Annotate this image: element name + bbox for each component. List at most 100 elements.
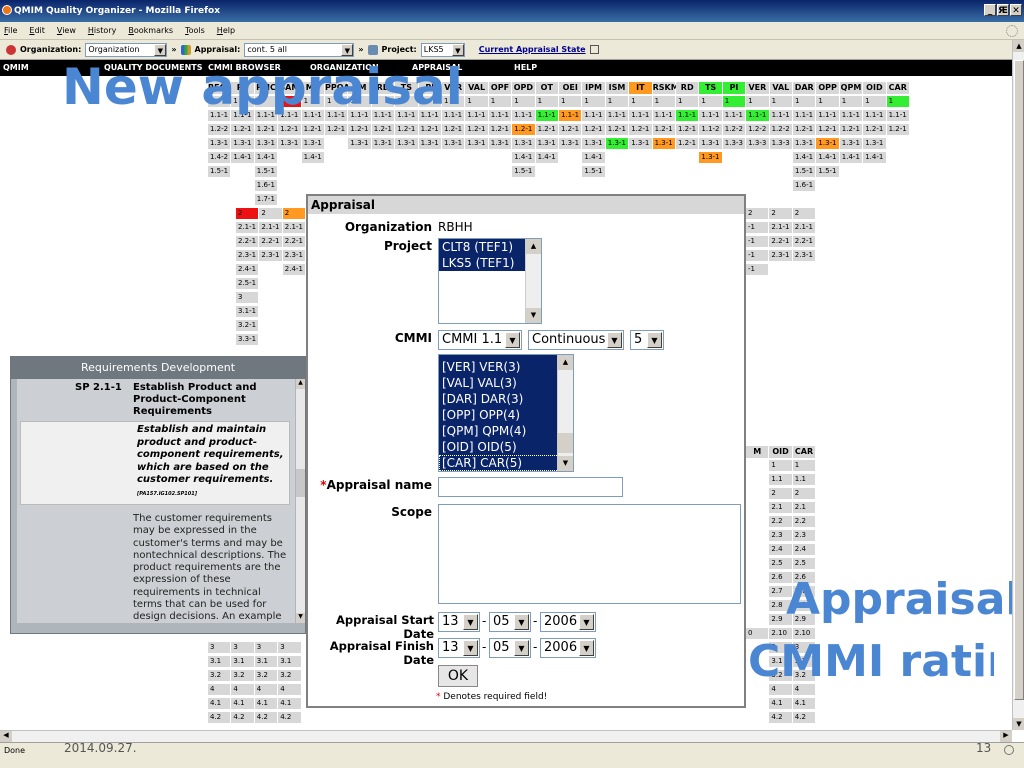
grid-cell[interactable]: 1.2-1 (816, 124, 839, 135)
grid-cell[interactable]: 2.4 (769, 544, 792, 555)
start-month-select[interactable]: 05 ▼ (489, 612, 531, 632)
grid-cell[interactable]: 1.1-1 (886, 110, 909, 121)
nav-home-qmim[interactable]: QMIM (3, 63, 29, 72)
scope-textarea[interactable] (438, 504, 741, 604)
grid-cell[interactable]: 1.1-2 (699, 124, 722, 135)
grid-header-ot[interactable]: OT (535, 82, 558, 94)
grid-cell[interactable]: 2.3 (769, 530, 792, 541)
grid-cell[interactable]: 1.4-1 (793, 152, 816, 163)
grid-cell[interactable]: 4.2 (208, 712, 231, 723)
grid-cell[interactable]: 1.5-1 (816, 166, 839, 177)
grid-cell[interactable]: 3.2 (208, 670, 231, 681)
scroll-down-icon[interactable]: ▼ (526, 308, 541, 323)
cmmi-level-select[interactable]: 5 ▼ (630, 330, 664, 350)
grid-cell[interactable]: 4 (208, 684, 231, 695)
grid-cell[interactable]: 1.3-1 (629, 138, 652, 149)
grid-cell[interactable]: 4.2 (231, 712, 254, 723)
menu-tools[interactable]: Tools (185, 26, 205, 35)
process-area-listbox[interactable]: [VER] VER(3) [VAL] VAL(3) [DAR] DAR(3) [… (438, 354, 574, 472)
grid-cell[interactable]: 1.2-1 (863, 124, 886, 135)
grid-cell[interactable]: 4.2 (769, 712, 792, 723)
grid-cell[interactable]: 1.3-1 (699, 138, 722, 149)
grid-cell[interactable]: 2.3 (792, 530, 816, 541)
start-day-select[interactable]: 13 ▼ (438, 612, 480, 632)
grid-cell[interactable]: 1.2-2 (769, 124, 792, 135)
grid-cell[interactable]: -1 (746, 250, 769, 261)
grid-header-opp[interactable]: OPP (816, 82, 839, 94)
grid-cell[interactable]: 1.2-1 (559, 124, 582, 135)
grid-cell[interactable]: 1 (746, 96, 769, 107)
grid-cell[interactable]: 1 (582, 96, 605, 107)
grid-cell[interactable]: 1.1-1 (652, 110, 675, 121)
grid-cell[interactable]: 1.2-1 (418, 124, 441, 135)
grid-cell[interactable]: 1.1-1 (605, 110, 629, 121)
scroll-up-icon[interactable]: ▲ (1013, 40, 1024, 52)
grid-cell[interactable]: 1.2-1 (254, 124, 278, 135)
grid-cell[interactable]: 2.1-1 (282, 222, 306, 233)
grid-cell[interactable]: 1 (839, 96, 863, 107)
scroll-thumb[interactable] (296, 469, 305, 497)
grid-cell[interactable]: 1.3-1 (395, 138, 418, 149)
grid-cell[interactable]: 4 (278, 684, 301, 695)
grid-header-oei[interactable]: OEI (559, 82, 582, 94)
grid-cell[interactable]: 1.4-1 (535, 152, 558, 163)
grid-cell[interactable]: 2.4 (792, 544, 816, 555)
grid-cell[interactable]: 1.1-1 (629, 110, 652, 121)
grid-cell[interactable]: 3 (236, 292, 259, 303)
grid-cell[interactable]: 1.2-1 (582, 124, 605, 135)
grid-cell[interactable]: 1.4-1 (582, 152, 605, 163)
grid-cell[interactable]: 1.3-1 (208, 138, 231, 149)
grid-cell[interactable]: 2 (769, 488, 792, 499)
grid-cell[interactable]: 1.3-1 (652, 138, 675, 149)
scroll-thumb[interactable] (558, 433, 573, 453)
grid-cell[interactable]: -1 (746, 222, 769, 233)
grid-cell[interactable]: 1.1-1 (512, 110, 535, 121)
process-area-option[interactable]: [VER] VER(3) (439, 359, 573, 375)
grid-cell[interactable]: 3.1 (208, 656, 231, 667)
grid-cell[interactable]: 4.2 (254, 712, 278, 723)
grid-cell[interactable]: 1.1-1 (769, 110, 792, 121)
grid-cell[interactable]: 1.2-1 (793, 124, 816, 135)
grid-cell[interactable]: 1.6-1 (254, 180, 278, 191)
grid-cell[interactable]: 1.4-1 (254, 152, 278, 163)
grid-cell[interactable]: 1.1-1 (816, 110, 839, 121)
grid-cell[interactable]: 1 (699, 96, 722, 107)
menu-history[interactable]: History (88, 26, 116, 35)
grid-cell[interactable]: 1.1-1 (863, 110, 886, 121)
grid-cell[interactable]: 1.3-1 (231, 138, 254, 149)
grid-cell[interactable]: 1.2-1 (231, 124, 254, 135)
scroll-down-icon[interactable]: ▼ (296, 613, 305, 623)
grid-cell[interactable]: 1 (863, 96, 886, 107)
grid-cell[interactable]: 1.2-1 (839, 124, 863, 135)
grid-cell[interactable]: 1.1 (769, 474, 792, 485)
grid-cell[interactable]: 1.6-1 (793, 180, 816, 191)
project-select[interactable]: LKS5 ▼ (420, 42, 465, 57)
menu-edit[interactable]: Edit (29, 26, 45, 35)
grid-cell[interactable]: 3 (254, 642, 278, 653)
grid-cell[interactable]: 1.1-1 (722, 110, 746, 121)
grid-cell[interactable]: 1.3-1 (605, 138, 629, 149)
grid-cell[interactable]: 4.1 (769, 698, 792, 709)
close-button[interactable]: ✕ (1010, 4, 1022, 16)
grid-cell[interactable]: 3.2-1 (236, 320, 259, 331)
grid-cell[interactable]: 3.2 (231, 670, 254, 681)
grid-cell[interactable]: 1 (793, 96, 816, 107)
nav-help[interactable]: HELP (514, 63, 537, 72)
appraisal-name-input[interactable] (438, 477, 623, 497)
grid-header-ts[interactable]: TS (699, 82, 722, 94)
finish-day-select[interactable]: 13 ▼ (438, 638, 480, 658)
grid-cell[interactable]: 2.2-1 (236, 236, 259, 247)
process-area-option[interactable]: [OID] OID(5) (439, 439, 573, 455)
grid-cell[interactable]: 1.3-1 (488, 138, 512, 149)
minimize-button[interactable]: _ (984, 4, 996, 16)
grid-header-dar[interactable]: DAR (793, 82, 816, 94)
ok-button[interactable]: OK (438, 665, 478, 687)
grid-cell[interactable]: 2.1-1 (769, 222, 792, 233)
grid-cell[interactable]: 2.3-1 (259, 250, 282, 261)
grid-cell[interactable]: 1.2-1 (676, 138, 699, 149)
grid-cell[interactable]: 2.1-1 (792, 222, 816, 233)
grid-cell[interactable]: 1.1-1 (559, 110, 582, 121)
expand-icon[interactable] (589, 45, 599, 54)
grid-cell[interactable]: 2.4-1 (236, 264, 259, 275)
grid-cell[interactable]: 2 (792, 208, 816, 219)
